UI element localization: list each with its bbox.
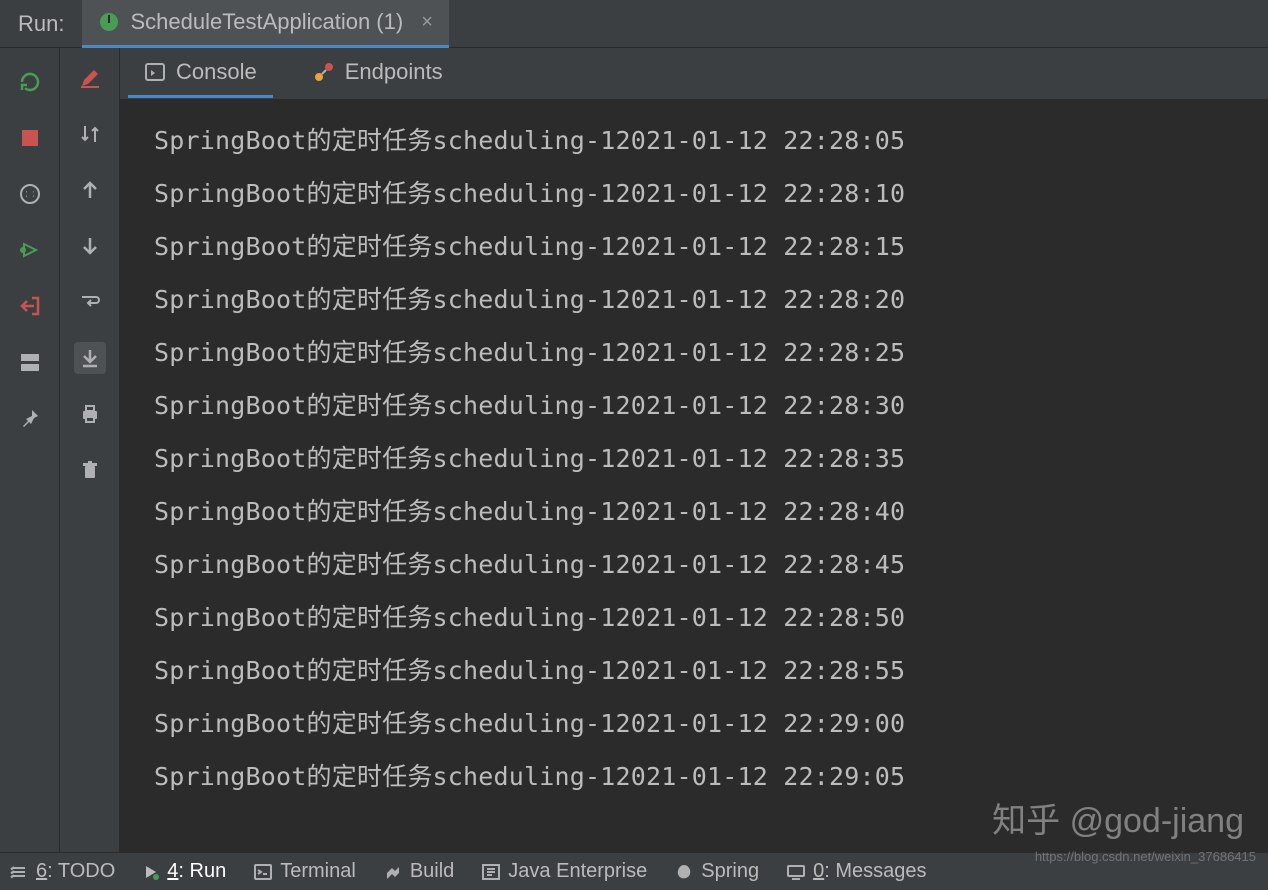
log-line: SpringBoot的定时任务scheduling-12021-01-12 22… — [154, 591, 1268, 644]
main-area: Console Endpoints SpringBoot的定时任务schedul… — [0, 48, 1268, 852]
log-line: SpringBoot的定时任务scheduling-12021-01-12 22… — [154, 167, 1268, 220]
dump-threads-button[interactable] — [14, 178, 46, 210]
sort-icon[interactable] — [74, 118, 106, 150]
run-panel-label: Run: — [0, 11, 82, 37]
bottom-java-enterprise[interactable]: Java Enterprise — [482, 860, 647, 883]
sub-tab-bar: Console Endpoints — [120, 48, 1268, 100]
edit-icon[interactable] — [74, 62, 106, 94]
pin-button[interactable] — [14, 402, 46, 434]
log-line: SpringBoot的定时任务scheduling-12021-01-12 22… — [154, 114, 1268, 167]
tab-console[interactable]: Console — [128, 49, 273, 98]
messages-icon — [787, 864, 805, 880]
bottom-spring[interactable]: Spring — [675, 860, 759, 883]
run-label: : Run — [178, 860, 226, 882]
java-ee-icon — [482, 864, 500, 880]
bottom-terminal[interactable]: Terminal — [254, 860, 356, 883]
layout-button[interactable] — [14, 346, 46, 378]
run-config-tab[interactable]: ScheduleTestApplication (1) × — [82, 0, 448, 48]
log-line: SpringBoot的定时任务scheduling-12021-01-12 22… — [154, 538, 1268, 591]
tab-console-label: Console — [176, 59, 257, 85]
down-arrow-icon[interactable] — [74, 230, 106, 262]
todo-label: : TODO — [47, 860, 115, 882]
scroll-to-end-icon[interactable] — [74, 342, 106, 374]
build-label: Build — [410, 860, 454, 883]
tab-endpoints-label: Endpoints — [345, 59, 443, 85]
console-output[interactable]: SpringBoot的定时任务scheduling-12021-01-12 22… — [120, 100, 1268, 852]
log-line: SpringBoot的定时任务scheduling-12021-01-12 22… — [154, 432, 1268, 485]
content-panel: Console Endpoints SpringBoot的定时任务schedul… — [120, 48, 1268, 852]
close-icon[interactable]: × — [421, 11, 433, 34]
bottom-messages[interactable]: 0: Messages — [787, 860, 926, 883]
messages-key: 0 — [813, 860, 824, 882]
spring-icon — [675, 863, 693, 881]
tab-endpoints[interactable]: Endpoints — [297, 49, 459, 98]
todo-key: 6 — [36, 860, 47, 882]
log-line: SpringBoot的定时任务scheduling-12021-01-12 22… — [154, 644, 1268, 697]
log-line: SpringBoot的定时任务scheduling-12021-01-12 22… — [154, 697, 1268, 750]
log-line: SpringBoot的定时任务scheduling-12021-01-12 22… — [154, 750, 1268, 803]
update-app-button[interactable] — [14, 234, 46, 266]
console-toolbar — [60, 48, 120, 852]
spring-label: Spring — [701, 860, 759, 883]
play-icon — [143, 864, 159, 880]
bottom-tool-bar: 6: TODO 4: Run Terminal Build Java Enter… — [0, 852, 1268, 890]
log-line: SpringBoot的定时任务scheduling-12021-01-12 22… — [154, 485, 1268, 538]
run-toolbar-left — [0, 48, 60, 852]
run-key: 4 — [167, 860, 178, 882]
trash-icon[interactable] — [74, 454, 106, 486]
terminal-icon — [254, 864, 272, 880]
build-icon — [384, 863, 402, 881]
spring-boot-icon — [98, 11, 120, 33]
log-line: SpringBoot的定时任务scheduling-12021-01-12 22… — [154, 273, 1268, 326]
log-line: SpringBoot的定时任务scheduling-12021-01-12 22… — [154, 326, 1268, 379]
terminal-label: Terminal — [280, 860, 356, 883]
java-ee-label: Java Enterprise — [508, 860, 647, 883]
top-bar: Run: ScheduleTestApplication (1) × — [0, 0, 1268, 48]
up-arrow-icon[interactable] — [74, 174, 106, 206]
run-config-tab-label: ScheduleTestApplication (1) — [130, 9, 403, 35]
bottom-todo[interactable]: 6: TODO — [10, 860, 115, 883]
rerun-button[interactable] — [14, 66, 46, 98]
log-line: SpringBoot的定时任务scheduling-12021-01-12 22… — [154, 220, 1268, 273]
endpoints-icon — [313, 61, 335, 83]
messages-label: : Messages — [824, 860, 926, 882]
exit-button[interactable] — [14, 290, 46, 322]
soft-wrap-icon[interactable] — [74, 286, 106, 318]
todo-icon — [10, 863, 28, 881]
log-line: SpringBoot的定时任务scheduling-12021-01-12 22… — [154, 379, 1268, 432]
bottom-run[interactable]: 4: Run — [143, 860, 226, 883]
stop-button[interactable] — [14, 122, 46, 154]
bottom-build[interactable]: Build — [384, 860, 454, 883]
console-icon — [144, 61, 166, 83]
print-icon[interactable] — [74, 398, 106, 430]
